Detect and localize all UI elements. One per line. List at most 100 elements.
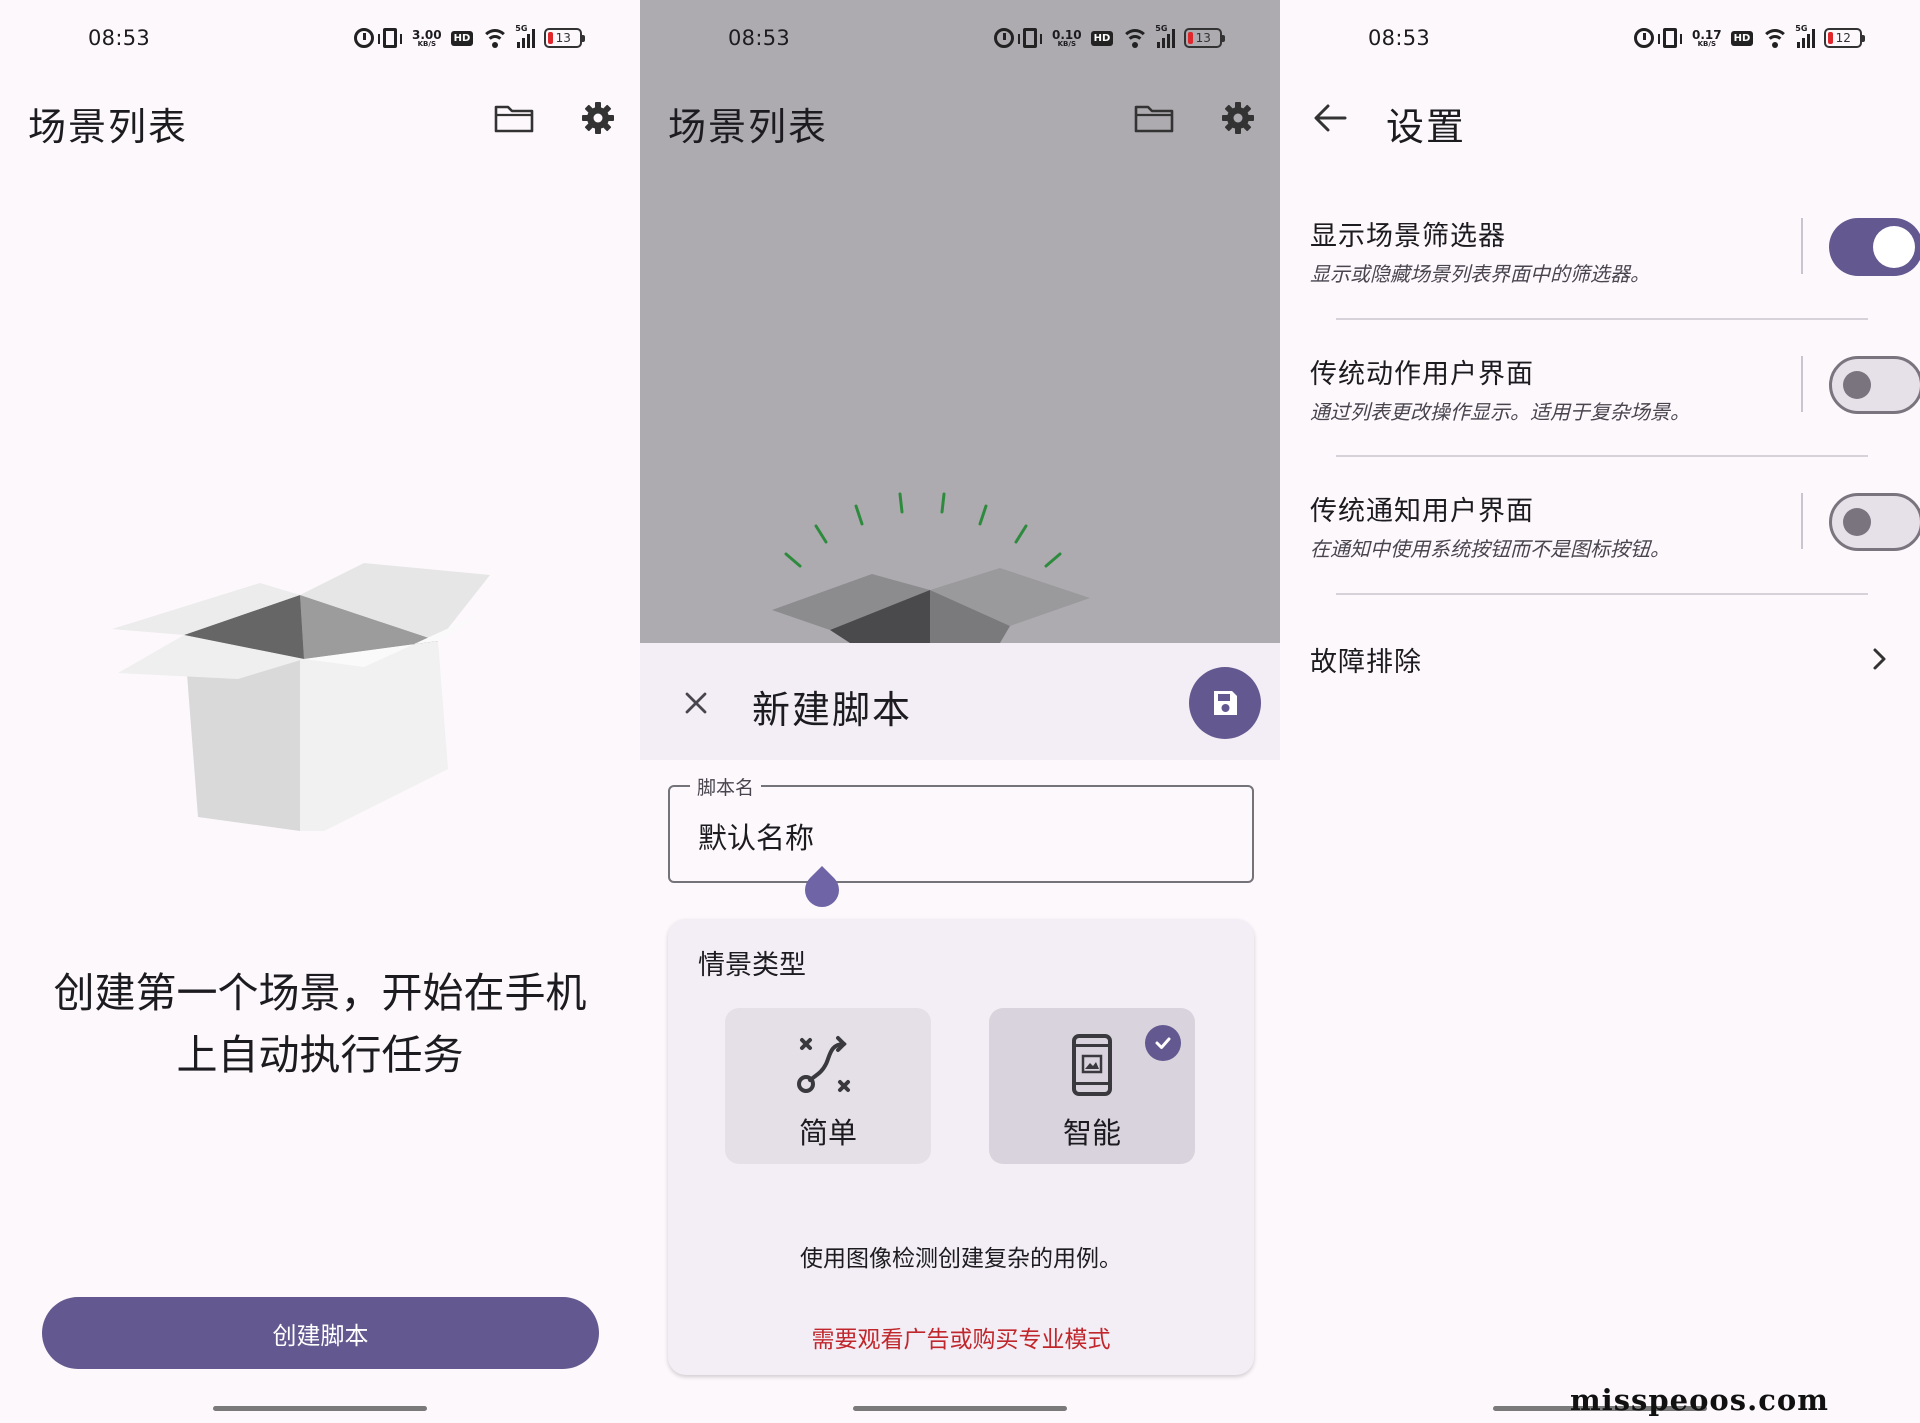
- network-speed: 0.17 KB/S: [1692, 29, 1722, 48]
- divider: [1336, 318, 1868, 320]
- network-type: 5G: [1795, 24, 1808, 33]
- hd-icon: HD: [1730, 30, 1754, 46]
- option-smart-label: 智能: [1062, 1116, 1121, 1150]
- toggle-switch[interactable]: [1829, 356, 1920, 414]
- close-button[interactable]: [670, 677, 722, 729]
- battery-icon: 12: [1824, 28, 1866, 48]
- gear-icon: [582, 102, 614, 134]
- script-name-input[interactable]: [698, 819, 1218, 853]
- battery-level: 12: [1835, 31, 1851, 45]
- battery-level: 13: [1195, 31, 1211, 45]
- network-speed: 0.10 KB/S: [1052, 29, 1082, 48]
- divider: [1336, 455, 1868, 457]
- folder-icon: [494, 105, 534, 133]
- gesture-bar: [853, 1406, 1067, 1411]
- wifi-icon: [1762, 28, 1789, 48]
- watermark-text: misspeoos.com: [1570, 1383, 1829, 1417]
- setting-title: 传统通知用户界面: [1310, 496, 1534, 527]
- new-script-sheet: 新建脚本 脚本名 情景类型: [640, 643, 1280, 1423]
- status-time: 08:53: [88, 26, 151, 50]
- chevron-right-icon[interactable]: [1868, 644, 1892, 674]
- battery-icon: 13: [544, 28, 586, 48]
- create-script-button[interactable]: 创建脚本: [42, 1297, 599, 1369]
- script-name-field[interactable]: 脚本名: [668, 773, 1254, 915]
- network-speed-value: 0.10: [1052, 27, 1082, 42]
- scene-list-screen: 08:53 3.00 KB/S HD 5G 13 场景列表 创建第一个场景，开始…: [0, 0, 640, 1423]
- status-icons: 0.17 KB/S HD 5G 12: [1634, 24, 1866, 48]
- status-time: 08:53: [728, 26, 791, 50]
- setting-title: 传统动作用户界面: [1310, 359, 1534, 390]
- toggle-switch[interactable]: [1829, 218, 1920, 276]
- network-speed-value: 3.00: [412, 27, 442, 42]
- divider: [1801, 356, 1803, 412]
- sheet-header: 新建脚本: [640, 643, 1280, 760]
- folder-button: [1128, 92, 1180, 144]
- setting-description: 显示或隐藏场景列表界面中的筛选器。: [1310, 262, 1650, 286]
- status-bar: 08:53 0.17 KB/S HD 5G 12: [1280, 24, 1920, 58]
- signal-icon: 5G: [1155, 24, 1176, 48]
- route-icon: [797, 1036, 850, 1093]
- script-name-label: 脚本名: [690, 773, 762, 800]
- page-title: 场景列表: [28, 105, 189, 149]
- scenario-type-card: 情景类型 简单 智能 使用图像检测创建复杂的用例。 需要观看广告或购买专业模式: [668, 919, 1254, 1375]
- scenario-type-title: 情景类型: [698, 950, 806, 981]
- gesture-bar: [213, 1406, 427, 1411]
- hd-icon: HD: [450, 30, 474, 46]
- alarm-icon: [354, 28, 374, 48]
- settings-button: [1212, 92, 1264, 144]
- setting-description: 通过列表更改操作显示。适用于复杂场景。: [1310, 400, 1690, 424]
- status-icons: 3.00 KB/S HD 5G 13: [354, 24, 586, 48]
- vibrate-icon: [1018, 28, 1042, 48]
- settings-button[interactable]: [572, 92, 624, 144]
- new-script-screen: 08:53 0.10 KB/S HD 5G 13 场景列表 新建脚本 脚本名 默…: [640, 0, 1280, 1423]
- troubleshooting-item[interactable]: 故障排除: [1310, 640, 1422, 679]
- signal-icon: 5G: [515, 24, 536, 48]
- phone-image-icon: [1072, 1034, 1112, 1096]
- empty-state-message: 创建第一个场景，开始在手机 上自动执行任务: [20, 962, 620, 1086]
- status-icons: 0.10 KB/S HD 5G 13: [994, 24, 1226, 48]
- empty-box-illustration: [112, 563, 490, 831]
- divider: [1801, 218, 1803, 274]
- status-bar: 08:53 3.00 KB/S HD 5G 13: [0, 24, 640, 58]
- page-title: 设置: [1386, 105, 1467, 149]
- empty-state-line-2: 上自动执行任务: [176, 1031, 464, 1079]
- network-speed-value: 0.17: [1692, 27, 1722, 42]
- opening-box-illustration: [772, 492, 1090, 643]
- vibrate-icon: [378, 28, 402, 48]
- option-simple-label: 简单: [798, 1116, 857, 1150]
- option-simple[interactable]: 简单: [725, 1008, 931, 1164]
- setting-legacy-notification-ui[interactable]: 传统通知用户界面 在通知中使用系统按钮而不是图标按钮。: [1310, 489, 1920, 609]
- folder-button[interactable]: [488, 92, 540, 144]
- back-button[interactable]: [1304, 92, 1356, 144]
- save-button[interactable]: [1189, 667, 1261, 739]
- empty-state-line-1: 创建第一个场景，开始在手机: [53, 969, 587, 1017]
- sheet-title: 新建脚本: [752, 688, 913, 732]
- wifi-icon: [482, 28, 509, 48]
- screens: 08:53 3.00 KB/S HD 5G 13 场景列表 创建第一个场景，开始…: [0, 0, 1920, 1423]
- network-speed-unit: KB/S: [1697, 39, 1716, 48]
- background-title: 场景列表: [668, 105, 829, 149]
- close-icon: [685, 692, 707, 714]
- selected-check-icon: [1145, 1025, 1181, 1061]
- alarm-icon: [994, 28, 1014, 48]
- hd-icon: HD: [1090, 30, 1114, 46]
- text-cursor-handle[interactable]: [797, 865, 847, 915]
- network-speed-unit: KB/S: [1057, 39, 1076, 48]
- scenario-type-description: 使用图像检测创建复杂的用例。: [800, 1246, 1122, 1272]
- network-type: 5G: [515, 24, 528, 33]
- setting-legacy-action-ui[interactable]: 传统动作用户界面 通过列表更改操作显示。适用于复杂场景。: [1310, 352, 1920, 472]
- back-arrow-icon: [1314, 104, 1347, 132]
- wifi-icon: [1122, 28, 1149, 48]
- option-smart[interactable]: 智能: [989, 1008, 1195, 1164]
- alarm-icon: [1634, 28, 1654, 48]
- setting-scene-filter[interactable]: 显示场景筛选器 显示或隐藏场景列表界面中的筛选器。: [1310, 214, 1920, 334]
- scrim-overlay[interactable]: 08:53 0.10 KB/S HD 5G 13 场景列表: [640, 0, 1280, 643]
- network-speed-unit: KB/S: [417, 39, 436, 48]
- battery-level: 13: [555, 31, 571, 45]
- vibrate-icon: [1658, 28, 1682, 48]
- status-time: 08:53: [1368, 26, 1431, 50]
- settings-screen: 08:53 0.17 KB/S HD 5G 12 设置 显示场景筛选器 显示或隐藏…: [1280, 0, 1920, 1423]
- setting-title: 显示场景筛选器: [1310, 221, 1506, 252]
- toggle-switch[interactable]: [1829, 493, 1920, 551]
- save-icon: [1214, 691, 1237, 715]
